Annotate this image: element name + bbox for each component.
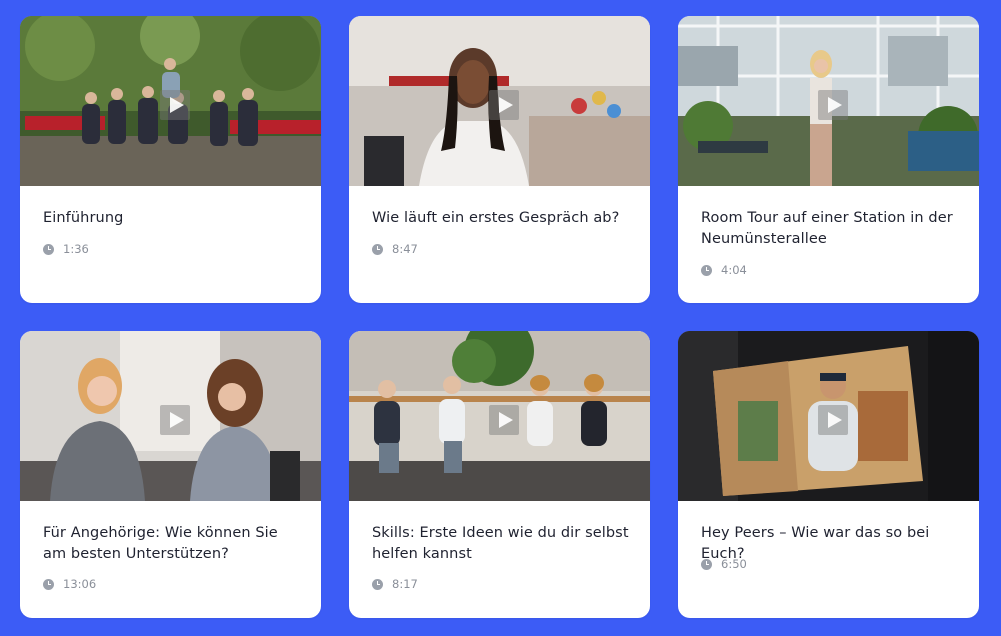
play-icon[interactable] — [818, 405, 848, 435]
video-duration-row: 8:17 — [372, 577, 418, 591]
play-icon[interactable] — [160, 405, 190, 435]
video-duration-row: 6:50 — [701, 557, 747, 571]
clock-icon — [43, 578, 54, 590]
play-icon[interactable] — [489, 90, 519, 120]
clock-icon — [43, 243, 54, 255]
clock-icon — [372, 243, 383, 255]
clock-icon — [372, 578, 383, 590]
video-thumbnail[interactable] — [349, 331, 650, 501]
video-card-skills[interactable]: Skills: Erste Ideen wie du dir selbst he… — [349, 331, 650, 618]
video-thumbnail[interactable] — [349, 16, 650, 186]
video-title: Room Tour auf einer Station in der Neumü… — [701, 210, 953, 247]
clock-icon — [701, 558, 712, 570]
video-duration: 13:06 — [63, 577, 97, 591]
video-title: Für Angehörige: Wie können Sie am besten… — [43, 525, 278, 562]
play-icon[interactable] — [160, 90, 190, 120]
clock-icon — [701, 264, 712, 276]
play-icon[interactable] — [818, 90, 848, 120]
video-thumbnail[interactable] — [20, 331, 321, 501]
video-thumbnail[interactable] — [20, 16, 321, 186]
video-duration-row: 13:06 — [43, 577, 96, 591]
video-title: Wie läuft ein erstes Gespräch ab? — [372, 210, 620, 226]
video-duration-row: 8:47 — [372, 242, 418, 256]
video-thumbnail[interactable] — [678, 16, 979, 186]
video-card-angehoerige[interactable]: Für Angehörige: Wie können Sie am besten… — [20, 331, 321, 618]
video-thumbnail[interactable] — [678, 331, 979, 501]
video-card-hey-peers[interactable]: Hey Peers – Wie war das so bei Euch? 6:5… — [678, 331, 979, 618]
video-card-erstes-gespraech[interactable]: Wie läuft ein erstes Gespräch ab? 8:47 — [349, 16, 650, 303]
video-duration: 1:36 — [63, 242, 89, 256]
video-card-room-tour[interactable]: Room Tour auf einer Station in der Neumü… — [678, 16, 979, 303]
video-card-einfuehrung[interactable]: Einführung 1:36 — [20, 16, 321, 303]
video-duration: 6:50 — [721, 557, 747, 571]
video-title: Skills: Erste Ideen wie du dir selbst he… — [372, 525, 629, 562]
video-duration-row: 1:36 — [43, 242, 89, 256]
play-icon[interactable] — [489, 405, 519, 435]
video-title: Einführung — [43, 210, 124, 226]
video-grid: Einführung 1:36 Wie läuft ein erstes Ges… — [0, 0, 1001, 636]
video-duration-row: 4:04 — [701, 263, 747, 277]
video-duration: 4:04 — [721, 263, 747, 277]
video-duration: 8:47 — [392, 242, 418, 256]
video-duration: 8:17 — [392, 577, 418, 591]
